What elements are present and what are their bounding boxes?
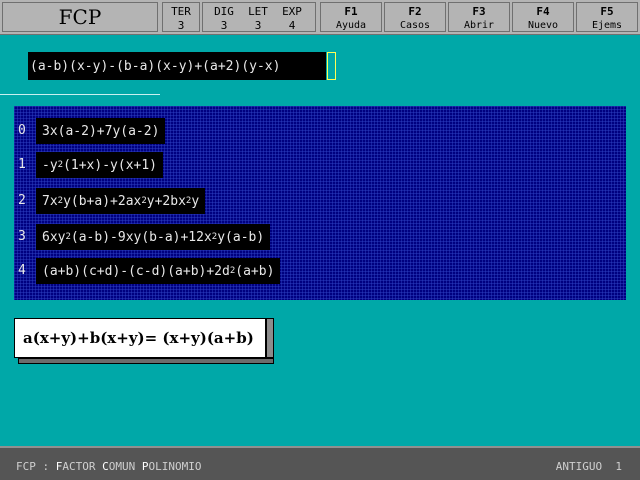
case-text: 7x — [42, 193, 58, 209]
stat-dig-value: 3 — [220, 19, 228, 32]
status-app-description: FCP : FACTOR COMUN POLINOMIO — [16, 460, 201, 473]
case-index: 3 — [18, 229, 26, 244]
f3-label: Abrir — [463, 20, 495, 31]
f1-key: F1 — [344, 5, 358, 18]
f3-key: F3 — [472, 5, 486, 18]
case-expression[interactable]: 7x 2 y(b+a)+2ax 2 y+2bx 2 y — [36, 188, 206, 214]
example-box-shadow-bottom — [18, 358, 274, 364]
case-index: 4 — [18, 263, 26, 278]
case-text: 3x(a-2)+7y(a-2) — [42, 123, 160, 139]
stat-let-value: 3 — [254, 19, 262, 32]
case-text: y — [191, 193, 200, 209]
stat-exp-value: 4 — [288, 19, 296, 32]
status-bar: FCP : FACTOR COMUN POLINOMIO ANTIGUO 1 — [0, 446, 640, 480]
f4-label: Nuevo — [527, 20, 559, 31]
expression-input[interactable]: (a-b)(x-y)-(b-a)(x-y)+(a+2)(y-x) — [28, 52, 326, 80]
case-expression[interactable]: 6xy 2 (a-b)-9xy(b-a)+12x 2 y(a-b) — [36, 224, 271, 250]
status-mode-value: 1 — [615, 460, 622, 473]
stat-exp-label: EXP — [282, 5, 302, 18]
case-index: 0 — [18, 123, 26, 138]
case-text: (a+b)(c+d)-(c-d)(a+b)+2d — [42, 263, 230, 279]
stat-ter-value: 3 — [177, 19, 185, 32]
case-text: y+2bx — [146, 193, 186, 209]
status-mode-label: ANTIGUO — [555, 460, 603, 473]
status-text-highlight: C — [102, 460, 109, 473]
stat-dig-label: DIG — [214, 5, 234, 18]
case-text: (a+b) — [235, 263, 275, 279]
case-expression[interactable]: (a+b)(c+d)-(c-d)(a+b)+2d 2 (a+b) — [36, 258, 281, 284]
top-toolbar: FCP TER 3 DIG 3 LET 3 EXP 4 F1 Ayuda F2 … — [0, 0, 640, 35]
f2-cases-button[interactable]: F2 Casos — [384, 2, 446, 32]
case-text: -y — [42, 157, 58, 173]
stat-let-label: LET — [248, 5, 268, 18]
example-formula: a(x+y)+b(x+y)= (x+y)(a+b) — [14, 318, 266, 358]
input-underline — [0, 94, 160, 95]
case-index: 2 — [18, 193, 26, 208]
f1-label: Ayuda — [335, 20, 367, 31]
case-text: y(a-b) — [217, 229, 265, 245]
stat-ter: TER 3 — [162, 2, 200, 32]
cases-panel: 0 3x(a-2)+7y(a-2) 1 -y 2 (1+x)-y(x+1) 2 7x… — [14, 106, 626, 300]
example-box-shadow-right — [266, 318, 274, 358]
text-cursor — [327, 52, 336, 80]
f2-key: F2 — [408, 5, 422, 18]
f2-label: Casos — [399, 20, 431, 31]
case-expression[interactable]: -y 2 (1+x)-y(x+1) — [36, 152, 163, 178]
stat-group: DIG 3 LET 3 EXP 4 — [202, 2, 316, 32]
status-text: ACTOR — [62, 460, 103, 473]
case-text: y(b+a)+2ax — [63, 193, 142, 209]
status-text: OLINOMIO — [148, 460, 202, 473]
status-text-highlight: P — [141, 460, 149, 473]
status-mode: ANTIGUO 1 — [556, 460, 622, 473]
f1-help-button[interactable]: F1 Ayuda — [320, 2, 382, 32]
f5-examples-button[interactable]: F5 Ejems — [576, 2, 638, 32]
f4-key: F4 — [536, 5, 550, 18]
f5-label: Ejems — [591, 20, 623, 31]
case-text: (1+x)-y(x+1) — [63, 157, 157, 173]
case-text: (a-b)-9xy(b-a)+12x — [70, 229, 212, 245]
case-expression[interactable]: 3x(a-2)+7y(a-2) — [36, 118, 166, 144]
f5-key: F5 — [600, 5, 614, 18]
app-title: FCP — [2, 2, 158, 32]
case-text: 6xy — [42, 229, 66, 245]
stat-ter-label: TER — [171, 5, 191, 18]
status-text: FCP — [16, 460, 36, 473]
f4-new-button[interactable]: F4 Nuevo — [512, 2, 574, 32]
status-text: OMUN — [108, 460, 142, 473]
case-index: 1 — [18, 157, 26, 172]
status-text: : — [35, 460, 56, 473]
f3-open-button[interactable]: F3 Abrir — [448, 2, 510, 32]
